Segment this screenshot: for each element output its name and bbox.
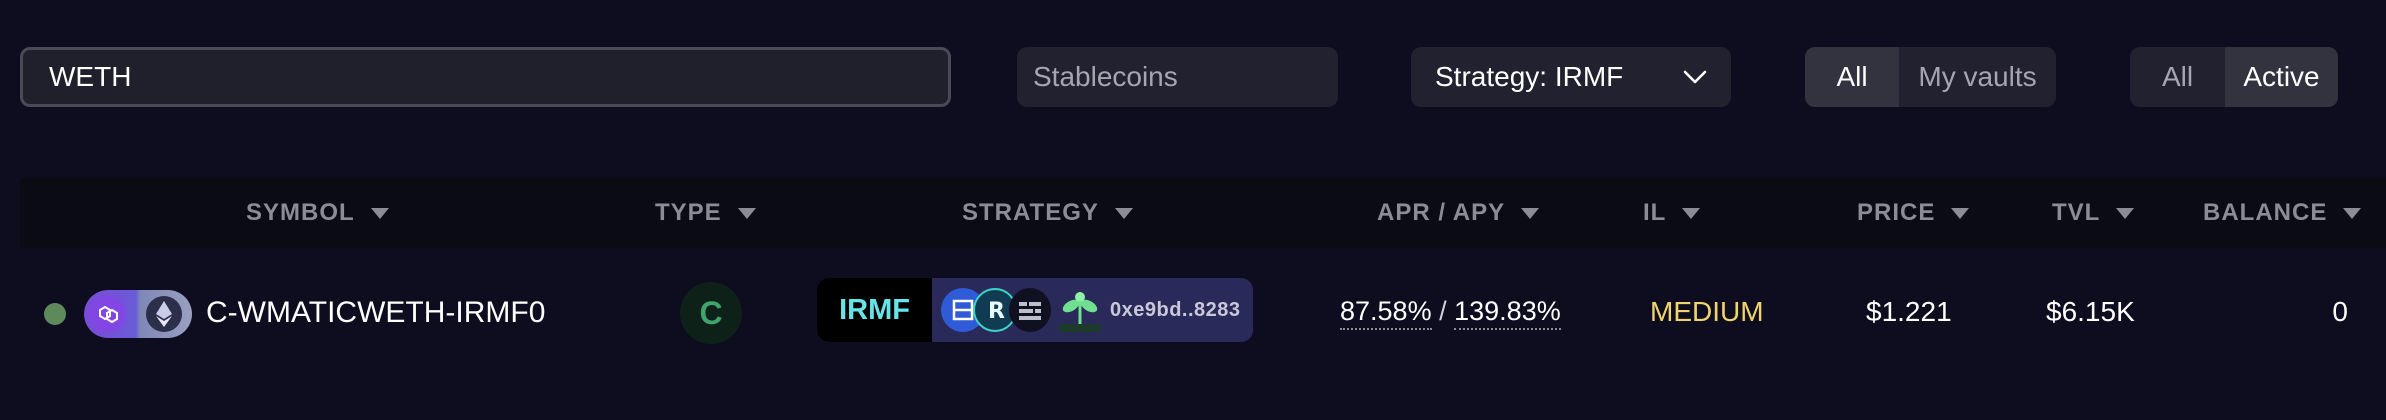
vault-symbol[interactable]: C-WMATICWETH-IRMF0 [206,296,545,330]
balance-value: 0 [2332,296,2348,327]
column-header-strategy[interactable]: STRATEGY [962,178,1133,248]
sort-down-icon [2343,207,2362,219]
status-dot [44,303,66,325]
column-header-label: STRATEGY [962,199,1099,226]
strategy-badge[interactable]: IRMF R 0xe9bd..8283 [817,278,1253,342]
column-header-label: BALANCE [2203,199,2328,226]
data-stack-icon [1009,288,1051,332]
strategy-dropdown[interactable]: Strategy: IRMF [1411,47,1731,107]
sort-down-icon [2116,207,2135,219]
apy-value: 139.83% [1454,296,1561,330]
ethereum-icon [146,296,182,332]
column-header-type[interactable]: TYPE [655,178,756,248]
search-input-value: WETH [49,61,132,92]
stablecoins-filter-label: Stablecoins [1033,61,1178,92]
il-risk-value: MEDIUM [1650,296,1764,327]
vault-scope-all[interactable]: All [1805,47,1899,107]
column-header-balance[interactable]: BALANCE [2203,178,2362,248]
apr-value: 87.58% [1340,296,1432,330]
tvl-value: $6.15K [2046,296,2135,327]
column-header-label: APR / APY [1377,199,1506,226]
column-header-apr-apy[interactable]: APR / APY [1377,178,1540,248]
column-header-label: PRICE [1857,199,1936,226]
strategy-address: 0xe9bd..8283 [1110,298,1241,321]
sort-down-icon [370,207,389,219]
status-scope-active[interactable]: Active [2225,47,2338,107]
svg-text:R: R [988,299,1005,324]
vault-scope-my-vaults[interactable]: My vaults [1899,47,2056,107]
column-header-price[interactable]: PRICE [1857,178,1970,248]
column-header-label: TYPE [655,199,722,226]
plant-icon [1059,292,1101,332]
strategy-dropdown-label: Strategy: IRMF [1435,61,1624,92]
column-header-il[interactable]: IL [1643,178,1701,248]
stablecoins-filter[interactable]: Stablecoins [1017,47,1338,107]
chevron-down-icon [1683,70,1707,84]
search-input[interactable]: WETH [20,47,951,107]
column-header-symbol[interactable]: SYMBOL [246,178,389,248]
apr-apy-value[interactable]: 87.58% / 139.83% [1340,296,1561,330]
sort-down-icon [1682,207,1701,219]
status-scope-all[interactable]: All [2130,47,2225,107]
price-value: $1.221 [1866,296,1952,327]
column-header-label: TVL [2052,199,2101,226]
polygon-matic-icon [90,296,126,332]
sort-down-icon [1521,207,1540,219]
column-header-label: SYMBOL [246,199,355,226]
apr-separator: / [1439,296,1447,326]
column-header-tvl[interactable]: TVL [2052,178,2135,248]
column-header-label: IL [1643,199,1667,226]
sort-down-icon [1114,207,1133,219]
vault-scope-toggle: All My vaults [1805,47,2056,107]
sort-down-icon [1951,207,1970,219]
token-pair-icons [84,290,192,338]
type-badge: C [680,282,742,344]
strategy-tag: IRMF [817,278,932,342]
status-scope-toggle: All Active [2130,47,2338,107]
sort-down-icon [737,207,756,219]
